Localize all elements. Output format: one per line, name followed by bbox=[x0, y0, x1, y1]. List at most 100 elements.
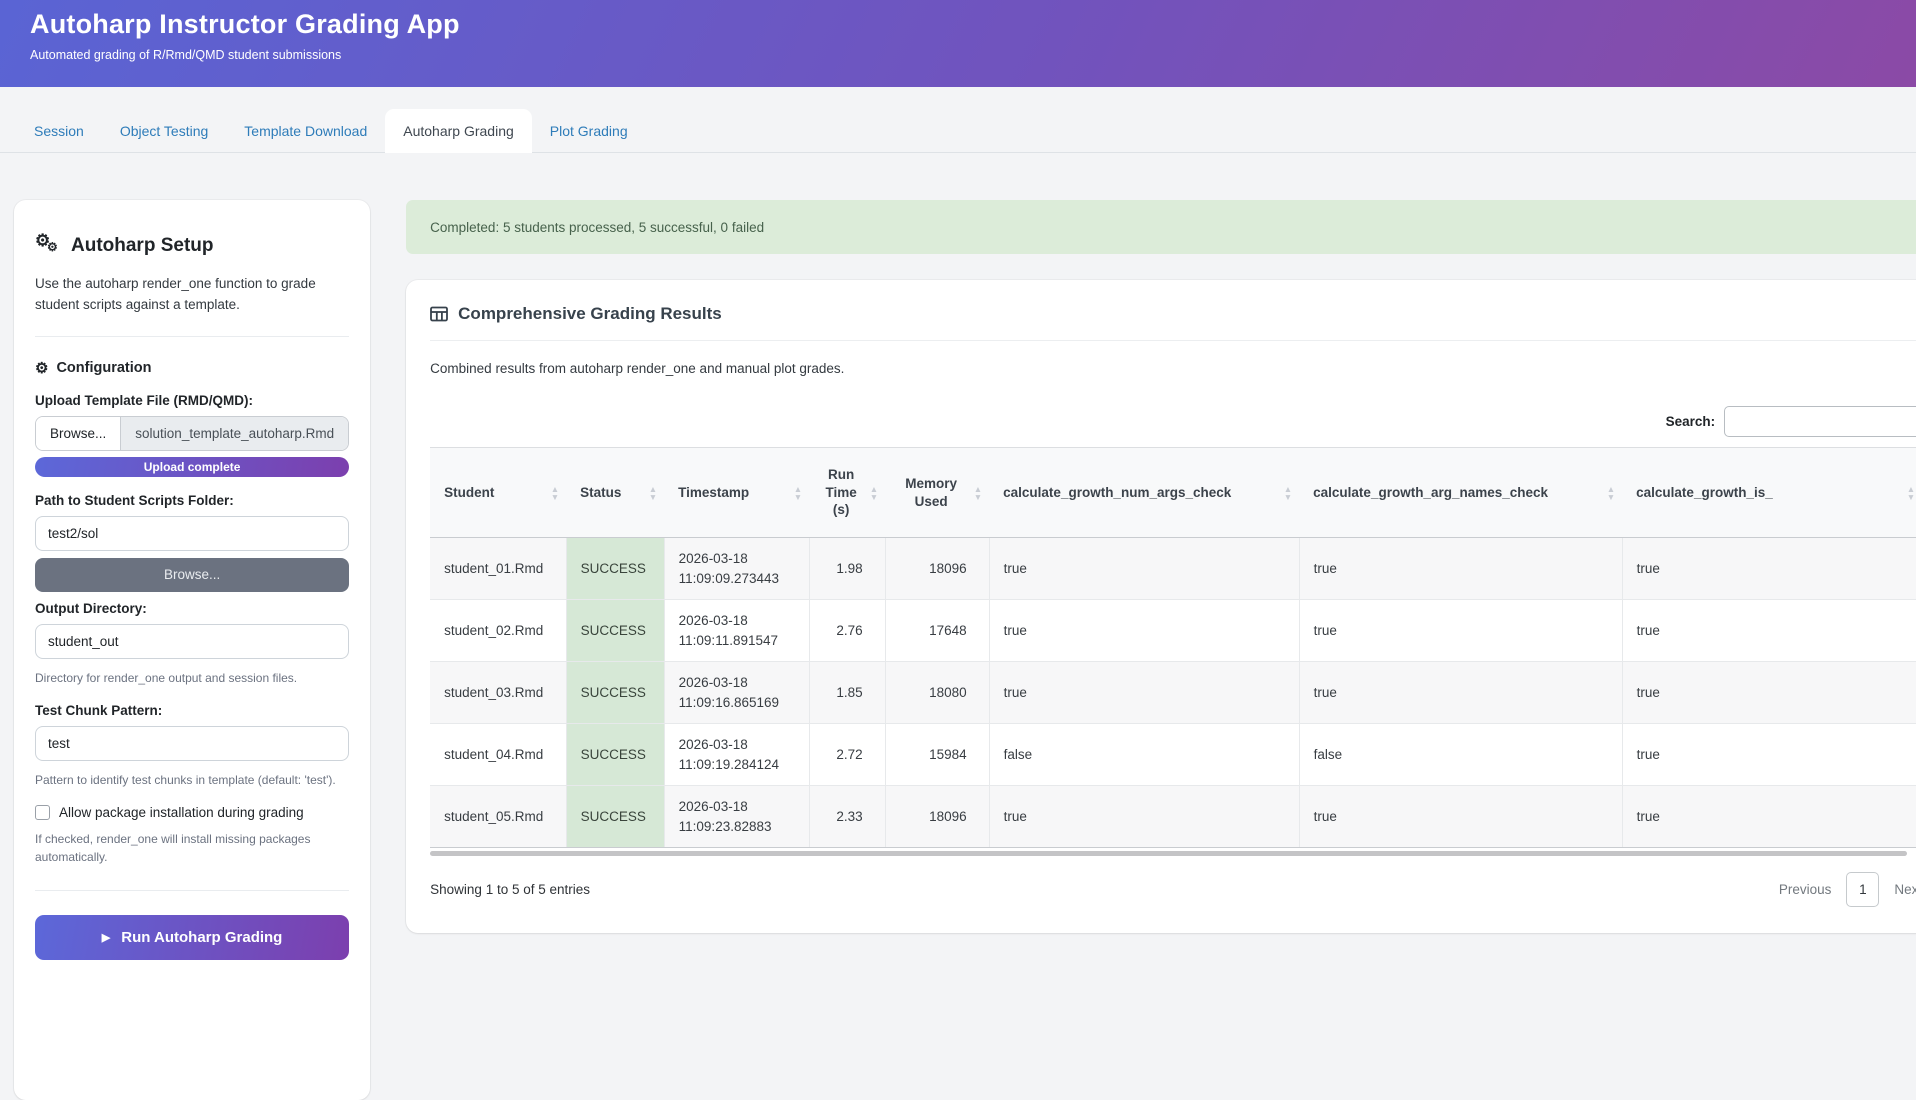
sort-icon[interactable]: ▲▼ bbox=[870, 484, 878, 500]
cell-run-time-s: 2.33 bbox=[809, 786, 885, 848]
cell-run-time-s: 2.76 bbox=[809, 600, 885, 662]
sort-icon[interactable]: ▲▼ bbox=[649, 484, 657, 500]
divider bbox=[35, 890, 349, 891]
configuration-heading-text: Configuration bbox=[56, 360, 151, 376]
gears-icon: ⚙⚙ bbox=[35, 234, 61, 258]
output-directory-input[interactable] bbox=[35, 624, 349, 659]
horizontal-scrollbar[interactable] bbox=[430, 851, 1907, 856]
column-header-calculate-growth-arg-names-check[interactable]: calculate_growth_arg_names_check▲▼ bbox=[1299, 448, 1622, 538]
template-file-input[interactable]: Browse... solution_template_autoharp.Rmd bbox=[35, 416, 349, 451]
cell-calculate-growth-arg-names-check: false bbox=[1299, 724, 1622, 786]
cell-timestamp: 2026-03-18 11:09:19.284124 bbox=[664, 724, 809, 786]
cell-run-time-s: 2.72 bbox=[809, 724, 885, 786]
page-subtitle: Automated grading of R/Rmd/QMD student s… bbox=[30, 48, 1886, 62]
browse-folder-button[interactable]: Browse... bbox=[35, 558, 349, 592]
sort-icon[interactable]: ▲▼ bbox=[794, 484, 802, 500]
output-directory-label: Output Directory: bbox=[35, 601, 349, 616]
cell-status: SUCCESS bbox=[566, 538, 664, 600]
tab-object-testing[interactable]: Object Testing bbox=[102, 109, 226, 153]
main-content: Completed: 5 students processed, 5 succe… bbox=[406, 200, 1916, 933]
table-row: student_01.RmdSUCCESS2026-03-18 11:09:09… bbox=[430, 538, 1916, 600]
cell-calculate-growth-arg-names-check: true bbox=[1299, 538, 1622, 600]
cell-timestamp: 2026-03-18 11:09:16.865169 bbox=[664, 662, 809, 724]
results-card-subtitle: Combined results from autoharp render_on… bbox=[430, 361, 1916, 376]
previous-page-button[interactable]: Previous bbox=[1779, 882, 1832, 897]
cell-student: student_03.Rmd bbox=[430, 662, 566, 724]
sort-icon[interactable]: ▲▼ bbox=[974, 484, 982, 500]
column-header-calculate-growth-num-args-check[interactable]: calculate_growth_num_args_check▲▼ bbox=[989, 448, 1299, 538]
cell-timestamp: 2026-03-18 11:09:23.82883 bbox=[664, 786, 809, 848]
cell-calculate-growth-arg-names-check: true bbox=[1299, 786, 1622, 848]
column-header-timestamp[interactable]: Timestamp▲▼ bbox=[664, 448, 809, 538]
cell-student: student_02.Rmd bbox=[430, 600, 566, 662]
file-browse-button[interactable]: Browse... bbox=[36, 417, 121, 450]
panel-title: ⚙⚙ Autoharp Setup bbox=[35, 234, 349, 258]
table-row: student_04.RmdSUCCESS2026-03-18 11:09:19… bbox=[430, 724, 1916, 786]
table-row: student_05.RmdSUCCESS2026-03-18 11:09:23… bbox=[430, 786, 1916, 848]
upload-progress-bar: Upload complete bbox=[35, 457, 349, 477]
cell-timestamp: 2026-03-18 11:09:09.273443 bbox=[664, 538, 809, 600]
output-directory-help: Directory for render_one output and sess… bbox=[35, 669, 349, 687]
column-header-run-time-s[interactable]: Run Time (s)▲▼ bbox=[809, 448, 885, 538]
cell-status: SUCCESS bbox=[566, 662, 664, 724]
sort-icon[interactable]: ▲▼ bbox=[1607, 484, 1615, 500]
sort-icon[interactable]: ▲▼ bbox=[1907, 484, 1915, 500]
page-body: ⚙⚙ Autoharp Setup Use the autoharp rende… bbox=[0, 153, 1916, 1100]
test-chunk-pattern-help: Pattern to identify test chunks in templ… bbox=[35, 771, 349, 789]
page-1-button[interactable]: 1 bbox=[1846, 872, 1879, 907]
results-table: Student▲▼Status▲▼Timestamp▲▼Run Time (s)… bbox=[430, 447, 1916, 848]
cell-calculate-growth-arg-names-check: true bbox=[1299, 662, 1622, 724]
next-page-button[interactable]: Next bbox=[1894, 882, 1916, 897]
configuration-heading: ⚙ Configuration bbox=[35, 359, 349, 377]
results-table-container: Student▲▼Status▲▼Timestamp▲▼Run Time (s)… bbox=[430, 447, 1916, 848]
uploaded-filename: solution_template_autoharp.Rmd bbox=[121, 417, 348, 450]
sort-icon[interactable]: ▲▼ bbox=[551, 484, 559, 500]
showing-entries-text: Showing 1 to 5 of 5 entries bbox=[430, 882, 590, 897]
panel-title-text: Autoharp Setup bbox=[71, 235, 214, 257]
cell-calculate-growth-is: true bbox=[1622, 724, 1916, 786]
cell-timestamp: 2026-03-18 11:09:11.891547 bbox=[664, 600, 809, 662]
cell-memory-used: 17648 bbox=[885, 600, 989, 662]
cell-calculate-growth-arg-names-check: true bbox=[1299, 600, 1622, 662]
cell-student: student_05.Rmd bbox=[430, 786, 566, 848]
completion-status-alert: Completed: 5 students processed, 5 succe… bbox=[406, 200, 1916, 254]
grading-results-card: Comprehensive Grading Results Combined r… bbox=[406, 280, 1916, 933]
pagination: Previous 1 Next bbox=[1779, 872, 1916, 907]
cell-memory-used: 18096 bbox=[885, 538, 989, 600]
cell-status: SUCCESS bbox=[566, 600, 664, 662]
divider bbox=[430, 340, 1916, 341]
table-row: student_03.RmdSUCCESS2026-03-18 11:09:16… bbox=[430, 662, 1916, 724]
cell-memory-used: 18080 bbox=[885, 662, 989, 724]
cell-student: student_04.Rmd bbox=[430, 724, 566, 786]
run-autoharp-grading-button[interactable]: ▶ Run Autoharp Grading bbox=[35, 915, 349, 960]
column-header-calculate-growth-is[interactable]: calculate_growth_is_▲▼ bbox=[1622, 448, 1916, 538]
column-header-status[interactable]: Status▲▼ bbox=[566, 448, 664, 538]
column-header-student[interactable]: Student▲▼ bbox=[430, 448, 566, 538]
table-icon bbox=[430, 306, 448, 322]
tab-autoharp-grading[interactable]: Autoharp Grading bbox=[385, 109, 532, 153]
upload-template-label: Upload Template File (RMD/QMD): bbox=[35, 393, 349, 408]
tab-bar: SessionObject TestingTemplate DownloadAu… bbox=[0, 87, 1916, 153]
test-chunk-pattern-input[interactable] bbox=[35, 726, 349, 761]
gear-icon: ⚙ bbox=[35, 359, 48, 377]
cell-memory-used: 18096 bbox=[885, 786, 989, 848]
tab-plot-grading[interactable]: Plot Grading bbox=[532, 109, 646, 153]
sort-icon[interactable]: ▲▼ bbox=[1284, 484, 1292, 500]
cell-calculate-growth-num-args-check: false bbox=[989, 724, 1299, 786]
allow-package-install-checkbox[interactable] bbox=[35, 805, 50, 820]
table-header-row: Student▲▼Status▲▼Timestamp▲▼Run Time (s)… bbox=[430, 448, 1916, 538]
results-card-title-text: Comprehensive Grading Results bbox=[458, 304, 722, 324]
scripts-folder-input[interactable] bbox=[35, 516, 349, 551]
test-chunk-pattern-label: Test Chunk Pattern: bbox=[35, 703, 349, 718]
scripts-folder-label: Path to Student Scripts Folder: bbox=[35, 493, 349, 508]
column-header-memory-used[interactable]: Memory Used▲▼ bbox=[885, 448, 989, 538]
search-input[interactable] bbox=[1724, 406, 1916, 437]
cell-calculate-growth-num-args-check: true bbox=[989, 538, 1299, 600]
cell-run-time-s: 1.98 bbox=[809, 538, 885, 600]
table-row: student_02.RmdSUCCESS2026-03-18 11:09:11… bbox=[430, 600, 1916, 662]
tab-template-download[interactable]: Template Download bbox=[226, 109, 385, 153]
tab-session[interactable]: Session bbox=[16, 109, 102, 153]
allow-package-install-label: Allow package installation during gradin… bbox=[59, 805, 304, 820]
cell-memory-used: 15984 bbox=[885, 724, 989, 786]
cell-calculate-growth-is: true bbox=[1622, 538, 1916, 600]
